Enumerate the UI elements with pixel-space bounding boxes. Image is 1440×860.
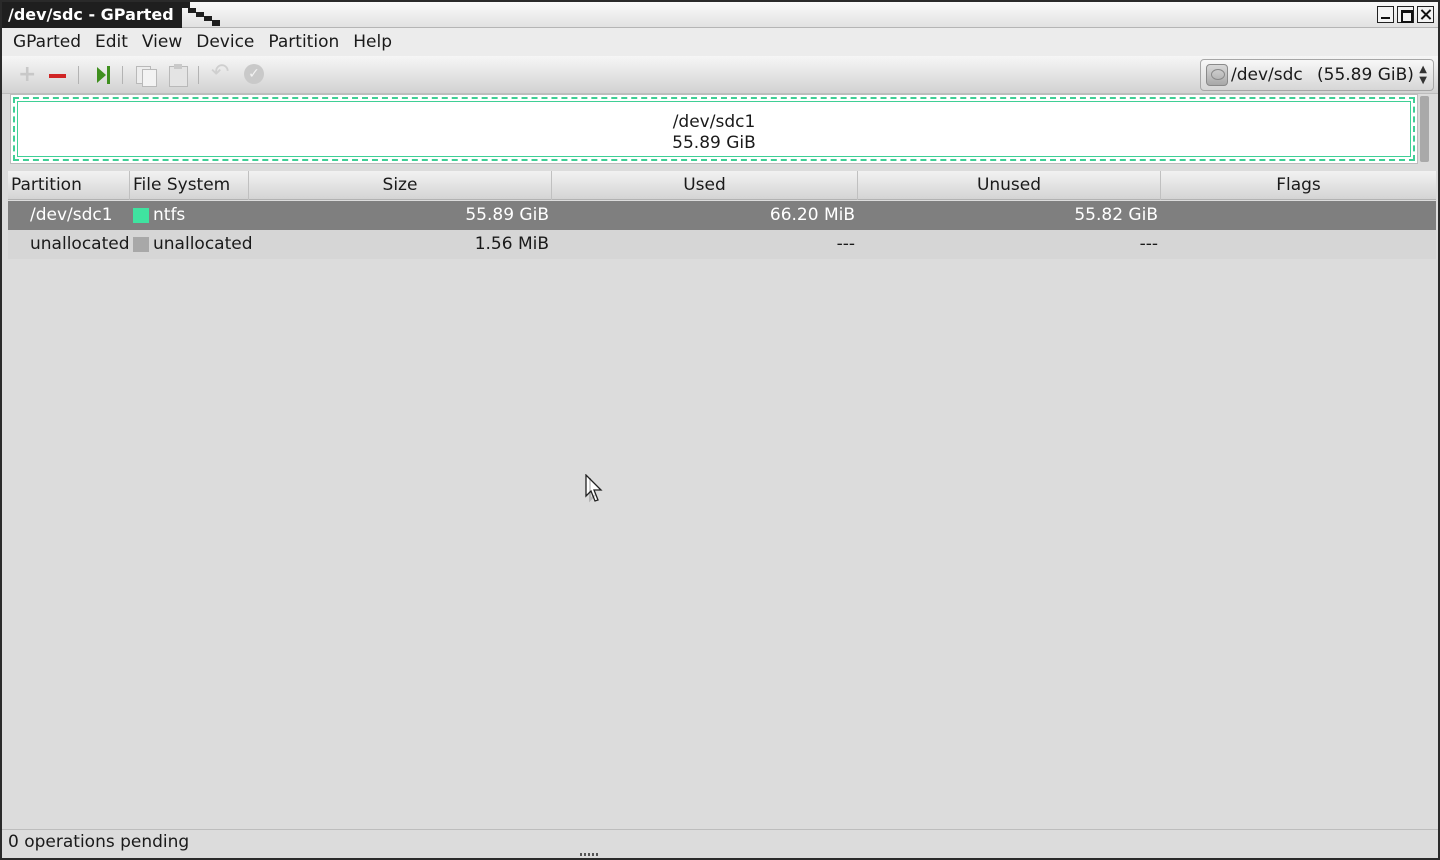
toolbar-separator: [198, 66, 199, 84]
cell-filesystem: ntfs: [153, 205, 186, 225]
cell-used: ---: [836, 234, 855, 254]
cell-used: 66.20 MiB: [769, 205, 855, 225]
partition-block-name: /dev/sdc1: [672, 112, 756, 132]
window-controls: [1377, 6, 1434, 23]
filesystem-color-swatch: [133, 237, 149, 252]
paste-icon[interactable]: [166, 62, 192, 88]
gparted-window: /dev/sdc - GParted GParted Edit View Dev…: [0, 0, 1440, 860]
toolbar: /dev/sdc (55.89 GiB) ▲▼: [2, 56, 1438, 94]
partition-map-scrollbar[interactable]: [1420, 96, 1429, 162]
filesystem-color-swatch: [133, 208, 149, 223]
status-bar: 0 operations pending: [2, 829, 1438, 856]
apply-icon[interactable]: [242, 62, 268, 88]
column-header-size[interactable]: Size: [249, 171, 552, 200]
close-icon[interactable]: [1417, 6, 1434, 23]
menu-edit[interactable]: Edit: [88, 28, 135, 56]
partition-block-sdc1[interactable]: /dev/sdc1 55.89 GiB: [13, 97, 1415, 161]
device-selector[interactable]: /dev/sdc (55.89 GiB) ▲ ▼: [1200, 59, 1434, 91]
column-header-unused[interactable]: Unused: [858, 171, 1161, 200]
cell-size: 55.89 GiB: [465, 205, 549, 225]
cell-filesystem: unallocated: [153, 234, 253, 254]
resize-grip-icon[interactable]: [580, 853, 600, 856]
cell-size: 1.56 MiB: [474, 234, 549, 254]
device-name: /dev/sdc: [1231, 65, 1303, 85]
column-header-filesystem[interactable]: File System: [130, 171, 249, 200]
title-bar[interactable]: /dev/sdc - GParted: [2, 2, 1438, 28]
hard-disk-icon: [1206, 64, 1228, 86]
table-row[interactable]: /dev/sdc1 ntfs 55.89 GiB 66.20 MiB 55.82…: [8, 201, 1436, 230]
cell-partition: /dev/sdc1: [30, 205, 113, 225]
table-row[interactable]: unallocated unallocated 1.56 MiB --- ---: [8, 230, 1436, 259]
partition-table: Partition File System Size Used Unused F…: [8, 171, 1436, 825]
menu-view[interactable]: View: [135, 28, 189, 56]
column-header-flags[interactable]: Flags: [1161, 171, 1436, 200]
table-header: Partition File System Size Used Unused F…: [8, 171, 1436, 200]
partition-map: /dev/sdc1 55.89 GiB: [10, 94, 1418, 164]
copy-icon[interactable]: [134, 62, 160, 88]
column-header-partition[interactable]: Partition: [8, 171, 130, 200]
window-title: /dev/sdc - GParted: [2, 2, 224, 28]
partition-block-size: 55.89 GiB: [672, 133, 756, 153]
column-header-used[interactable]: Used: [552, 171, 858, 200]
new-partition-icon[interactable]: [14, 62, 40, 88]
cell-unused: ---: [1139, 234, 1158, 254]
menu-bar: GParted Edit View Device Partition Help: [2, 28, 1438, 56]
minimize-icon[interactable]: [1377, 6, 1394, 23]
resize-move-icon[interactable]: [90, 62, 116, 88]
spinner-arrows-icon: ▲ ▼: [1419, 64, 1427, 86]
delete-partition-icon[interactable]: [46, 62, 72, 88]
toolbar-separator: [78, 66, 79, 84]
undo-icon[interactable]: [208, 60, 234, 88]
device-size: (55.89 GiB): [1317, 65, 1414, 85]
maximize-icon[interactable]: [1397, 6, 1414, 23]
status-text: 0 operations pending: [8, 832, 190, 852]
menu-partition[interactable]: Partition: [261, 28, 346, 56]
menu-help[interactable]: Help: [346, 28, 399, 56]
menu-gparted[interactable]: GParted: [6, 28, 88, 56]
menu-device[interactable]: Device: [189, 28, 261, 56]
cell-unused: 55.82 GiB: [1074, 205, 1158, 225]
toolbar-separator: [122, 66, 123, 84]
cell-partition: unallocated: [30, 234, 130, 254]
